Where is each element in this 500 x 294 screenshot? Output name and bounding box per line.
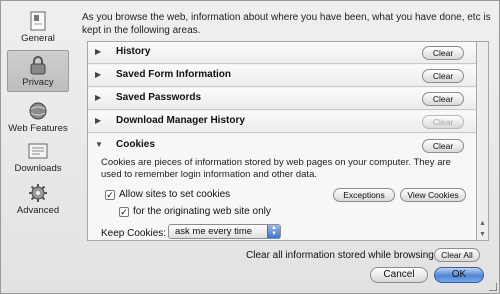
disclosure-triangle-icon[interactable]: ▶: [95, 70, 105, 80]
list-scrollbar[interactable]: ▲ ▼: [477, 41, 489, 241]
allow-cookies-checkbox[interactable]: ✓: [105, 190, 115, 200]
sidebar-item-label: General: [21, 33, 55, 44]
downloads-icon: [28, 143, 48, 159]
web-features-globe-icon: [29, 102, 47, 120]
clear-cookies-button[interactable]: Clear: [422, 139, 464, 153]
clear-form-information-button[interactable]: Clear: [422, 69, 464, 83]
allow-cookies-checkbox-row[interactable]: ✓ Allow sites to set cookies: [105, 189, 230, 200]
privacy-items-list: ▶ History Clear ▶ Saved Form Information…: [87, 41, 477, 241]
sidebar-item-general[interactable]: General: [7, 7, 69, 49]
preferences-window: General Privacy Web Features Downloads A…: [0, 0, 500, 294]
select-arrows-icon: ▲ ▼: [267, 225, 280, 238]
sidebar-item-web-features[interactable]: Web Features: [7, 97, 69, 139]
disclosure-triangle-icon[interactable]: ▶: [95, 116, 105, 126]
clear-history-button[interactable]: Clear: [422, 46, 464, 60]
checkbox-label: for the originating web site only: [133, 206, 271, 217]
keep-cookies-value: ask me every time: [175, 226, 253, 237]
section-row-saved-form-information[interactable]: ▶ Saved Form Information Clear: [88, 65, 476, 87]
section-row-saved-passwords[interactable]: ▶ Saved Passwords Clear: [88, 88, 476, 110]
section-title: History: [116, 46, 151, 57]
intro-text: As you browse the web, information about…: [82, 12, 491, 36]
section-title: Cookies: [116, 139, 155, 150]
sidebar-item-label: Privacy: [22, 77, 54, 88]
keep-cookies-select[interactable]: ask me every time ▲ ▼: [168, 224, 281, 239]
cookies-description: Cookies are pieces of information stored…: [101, 157, 451, 180]
keep-cookies-label: Keep Cookies:: [101, 228, 167, 239]
section-row-download-manager-history[interactable]: ▶ Download Manager History Clear: [88, 111, 476, 133]
preferences-sidebar: General Privacy Web Features Downloads A…: [7, 5, 69, 285]
clear-download-history-button[interactable]: Clear: [422, 115, 464, 129]
section-row-history[interactable]: ▶ History Clear: [88, 42, 476, 64]
clear-all-description: Clear all information stored while brows…: [246, 250, 437, 261]
disclosure-triangle-icon[interactable]: ▶: [95, 47, 105, 57]
originating-site-checkbox[interactable]: ✓: [119, 207, 129, 217]
originating-site-checkbox-row[interactable]: ✓ for the originating web site only: [119, 206, 271, 217]
general-switch-icon: [30, 11, 46, 31]
sidebar-item-downloads[interactable]: Downloads: [7, 137, 69, 179]
section-title: Download Manager History: [116, 115, 245, 126]
sidebar-item-label: Advanced: [16, 205, 60, 216]
view-cookies-button[interactable]: View Cookies: [400, 188, 466, 202]
resize-grip-icon[interactable]: [489, 283, 497, 291]
cancel-button[interactable]: Cancel: [370, 267, 428, 283]
sidebar-item-advanced[interactable]: Advanced: [7, 179, 69, 221]
sidebar-item-label: Downloads: [14, 163, 62, 174]
disclosure-triangle-expanded-icon[interactable]: ▼: [95, 140, 103, 149]
section-title: Saved Passwords: [116, 92, 202, 103]
scroll-down-arrow-icon[interactable]: ▼: [477, 229, 488, 240]
privacy-lock-icon: [30, 56, 46, 75]
sidebar-item-privacy[interactable]: Privacy: [7, 50, 69, 92]
section-title: Saved Form Information: [116, 69, 232, 80]
disclosure-triangle-icon[interactable]: ▶: [95, 93, 105, 103]
advanced-gear-icon: [29, 184, 47, 202]
ok-button[interactable]: OK: [434, 267, 484, 283]
clear-all-button[interactable]: Clear All: [434, 248, 480, 262]
cookies-section: ▼ Cookies Clear Cookies are pieces of in…: [88, 134, 476, 240]
clear-passwords-button[interactable]: Clear: [422, 92, 464, 106]
checkbox-label: Allow sites to set cookies: [119, 189, 231, 200]
scroll-up-arrow-icon[interactable]: ▲: [477, 218, 488, 229]
exceptions-button[interactable]: Exceptions: [333, 188, 395, 202]
sidebar-item-label: Web Features: [8, 123, 68, 134]
